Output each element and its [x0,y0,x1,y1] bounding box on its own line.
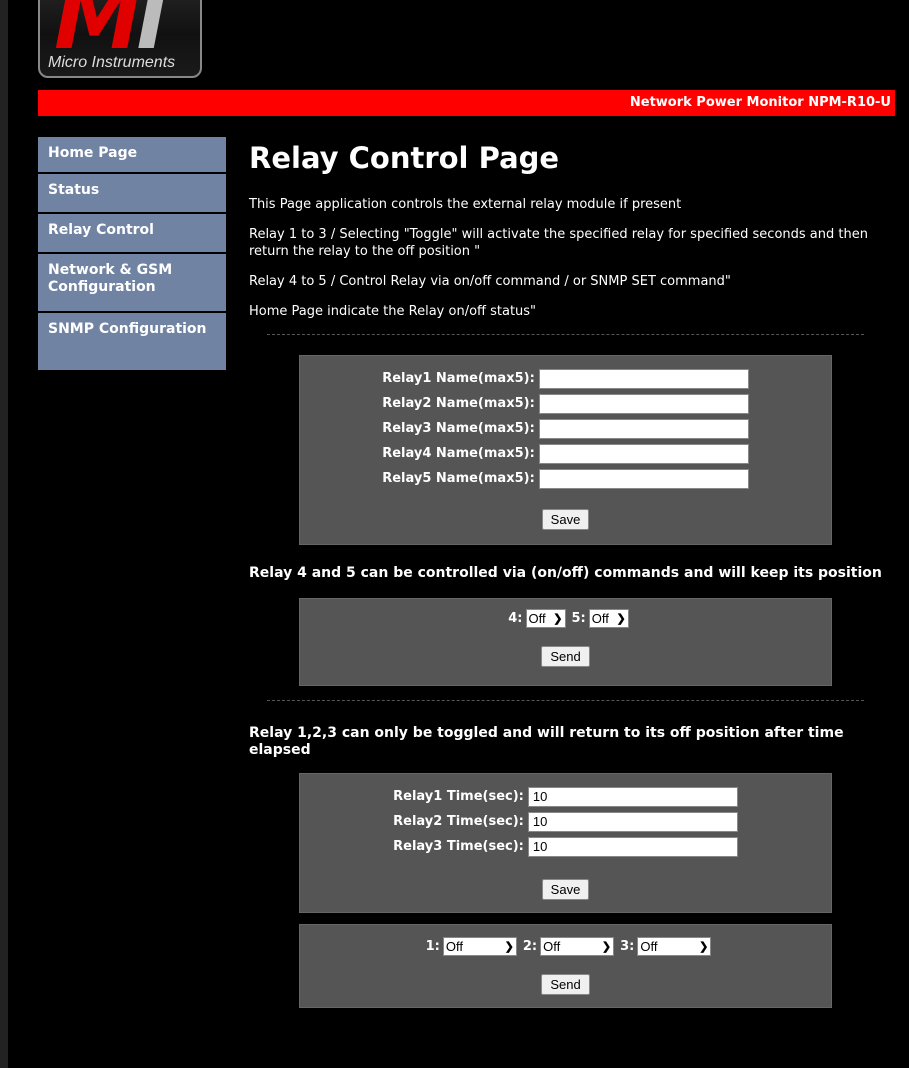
nav-relay-control[interactable]: Relay Control [38,214,226,254]
send-onoff-button[interactable]: Send [541,646,590,667]
relay5-name-label: Relay5 Name(max5): [382,471,535,486]
relay5-label: 5: [571,611,586,626]
relay-names-form: Relay1 Name(max5): Relay2 Name(max5): Re… [299,355,832,545]
onoff-control-panel: 4: Off ❯ 5: Off ❯ Send [299,598,832,686]
device-title: Network Power Monitor NPM-R10-U [629,95,891,110]
relay4-label: 4: [508,611,523,626]
relay3-name-label: Relay3 Name(max5): [382,421,535,436]
relay1-time-label: Relay1 Time(sec): [393,789,524,804]
relay1-name-input[interactable] [538,368,749,389]
onoff-heading: Relay 4 and 5 can be controlled via (on/… [249,565,882,581]
main-content: Relay Control Page This Page application… [249,140,894,1008]
chevron-down-icon: ❯ [699,941,709,953]
relay4-name-row: Relay4 Name(max5): [300,441,831,466]
relay2-name-label: Relay2 Name(max5): [382,396,535,411]
relay2-name-row: Relay2 Name(max5): [300,391,831,416]
relay2-label: 2: [522,939,538,954]
relay3-name-input[interactable] [538,418,749,439]
relay2-select[interactable]: Off ❯ [540,937,615,956]
relay4-name-label: Relay4 Name(max5): [382,446,535,461]
relay1-select[interactable]: Off ❯ [442,937,517,956]
nav-status[interactable]: Status [38,174,226,214]
sidebar-nav: Home Page Status Relay Control Network &… [38,137,226,372]
relay2-time-row: Relay2 Time(sec): [300,809,831,834]
names-save-row: Save [300,509,831,530]
toggle-heading: Relay 1,2,3 can only be toggled and will… [249,725,844,758]
micro-instruments-logo: Mi Micro Instruments [38,0,202,78]
relay4-select[interactable]: Off ❯ [525,609,566,628]
relay5-name-row: Relay5 Name(max5): [300,466,831,491]
relay3-time-label: Relay3 Time(sec): [393,839,524,854]
intro-text-3: Relay 4 to 5 / Control Relay via on/off … [249,274,731,289]
relay1-time-input[interactable] [527,786,738,807]
divider [267,700,864,701]
intro-text-4: Home Page indicate the Relay on/off stat… [249,304,537,319]
relay5-select[interactable]: Off ❯ [588,609,629,628]
relay3-label: 3: [620,939,635,954]
relay1-label: 1: [425,939,440,954]
relay2-time-input[interactable] [527,811,738,832]
logo-text: Micro Instruments [48,54,176,71]
relay3-time-input[interactable] [527,836,738,857]
chevron-down-icon: ❯ [616,613,626,625]
logo-mark: Mi [54,0,166,69]
save-names-button[interactable]: Save [541,509,590,530]
chevron-down-icon: ❯ [553,613,563,625]
relay3-select[interactable]: Off ❯ [637,937,712,956]
relay-time-form: Relay1 Time(sec): Relay2 Time(sec): Rela… [299,773,832,913]
window-border [0,0,8,1068]
relay3-time-row: Relay3 Time(sec): [300,834,831,859]
relay3-name-row: Relay3 Name(max5): [300,416,831,441]
relay4-name-input[interactable] [538,443,749,464]
intro-text-2: Relay 1 to 3 / Selecting "Toggle" will a… [249,227,868,259]
divider [267,334,864,335]
send-toggle-button[interactable]: Send [541,974,590,995]
nav-network-gsm-configuration[interactable]: Network & GSM Configuration [38,254,226,313]
nav-snmp-configuration[interactable]: SNMP Configuration [38,313,226,372]
save-times-button[interactable]: Save [541,879,590,900]
relay1-time-row: Relay1 Time(sec): [300,784,831,809]
toggle-selects-row: 1: Off ❯ 2: Off ❯ 3: Off ❯ [300,937,831,956]
header-bar: Network Power Monitor NPM-R10-U [38,90,895,116]
time-save-row: Save [300,879,831,900]
onoff-selects-row: 4: Off ❯ 5: Off ❯ [300,609,831,628]
toggle-send-row: Send [300,974,831,995]
onoff-send-row: Send [300,646,831,667]
relay1-name-row: Relay1 Name(max5): [300,366,831,391]
chevron-down-icon: ❯ [504,941,514,953]
toggle-control-panel: 1: Off ❯ 2: Off ❯ 3: Off ❯ Send [299,924,832,1008]
page-title: Relay Control Page [249,141,560,175]
relay2-time-label: Relay2 Time(sec): [393,814,524,829]
intro-text-1: This Page application controls the exter… [249,197,682,212]
relay1-name-label: Relay1 Name(max5): [382,371,535,386]
relay5-name-input[interactable] [538,468,749,489]
nav-home-page[interactable]: Home Page [38,137,226,174]
chevron-down-icon: ❯ [601,941,612,953]
relay2-name-input[interactable] [538,393,749,414]
